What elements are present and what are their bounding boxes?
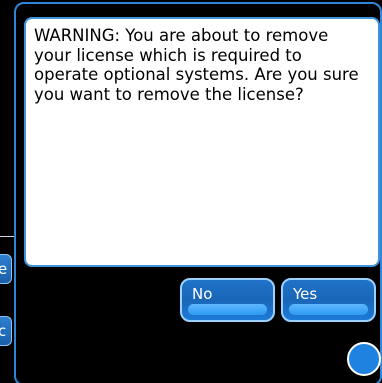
background-tab-1: e — [0, 254, 12, 284]
no-button[interactable]: No — [180, 278, 275, 322]
no-button-highlight — [188, 304, 267, 315]
background-tab-2: c — [0, 316, 12, 346]
no-button-label: No — [192, 285, 213, 303]
yes-button-label: Yes — [293, 285, 318, 303]
yes-button-highlight — [289, 304, 368, 315]
warning-message-text: WARNING: You are about to remove your li… — [34, 26, 359, 104]
warning-message-box: WARNING: You are about to remove your li… — [24, 17, 380, 267]
yes-button[interactable]: Yes — [281, 278, 376, 322]
circle-button-icon[interactable] — [347, 342, 381, 376]
screen: e c WARNING: You are about to remove you… — [0, 0, 382, 383]
